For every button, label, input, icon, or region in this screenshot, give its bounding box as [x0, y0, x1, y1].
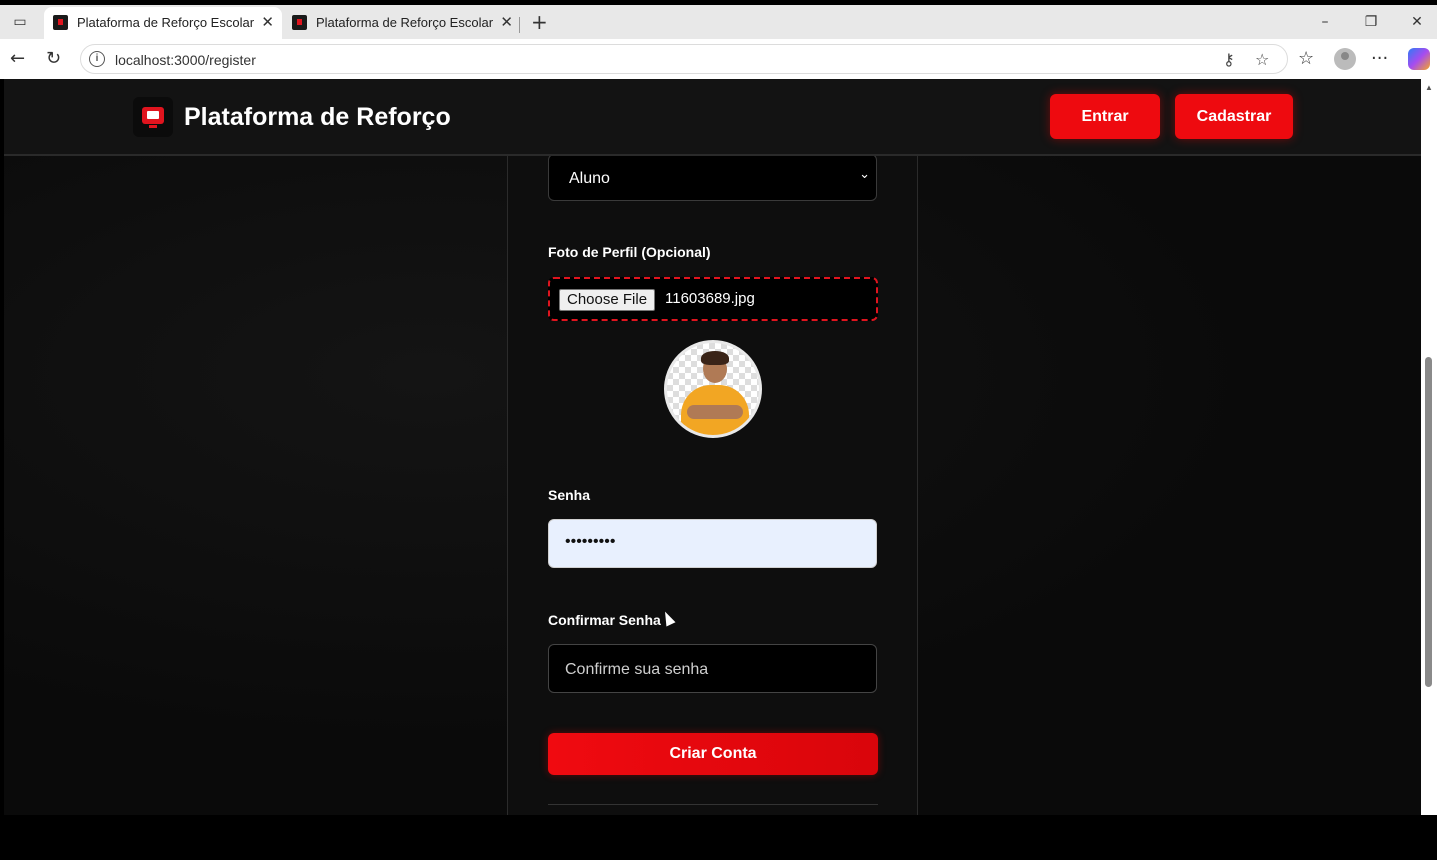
new-tab-icon[interactable]: +: [531, 10, 548, 34]
copilot-icon[interactable]: [1408, 48, 1430, 70]
url-text: localhost:3000/register: [115, 52, 256, 68]
page-scrollbar[interactable]: ▲: [1421, 79, 1437, 815]
choose-file-button[interactable]: Choose File: [559, 289, 656, 311]
tab-separator: [519, 17, 520, 33]
profile-photo-preview: [664, 340, 762, 438]
browser-tab-strip: ▭ Plataforma de Reforço Escolar ✕ Plataf…: [0, 5, 1437, 39]
site-favicon-icon: [292, 15, 307, 30]
browser-toolbar: ← ↻ i localhost:3000/register ⚷ ☆ ☆ ···: [0, 39, 1437, 79]
logo-icon[interactable]: [133, 97, 173, 137]
more-icon[interactable]: ···: [1371, 48, 1388, 69]
create-account-button[interactable]: Criar Conta: [548, 733, 878, 775]
page-viewport: Aluno ⌄ Foto de Perfil (Opcional) Choose…: [4, 79, 1421, 815]
photo-figure-arms: [687, 405, 743, 419]
confirm-password-placeholder: Confirme sua senha: [565, 661, 709, 678]
scrollbar-thumb[interactable]: [1425, 357, 1432, 687]
address-bar[interactable]: i localhost:3000/register ⚷ ☆: [80, 44, 1288, 74]
tab-title: Plataforma de Reforço Escolar: [77, 15, 255, 30]
photo-figure-hair: [701, 351, 729, 365]
minimize-icon[interactable]: –: [1316, 13, 1334, 31]
role-select-value: Aluno: [569, 170, 610, 187]
photo-label: Foto de Perfil (Opcional): [548, 244, 711, 260]
site-header: Plataforma de Reforço Entrar Cadastrar: [4, 79, 1421, 156]
selected-file-name: 11603689.jpg: [665, 290, 755, 307]
star-icon[interactable]: ☆: [1255, 50, 1269, 69]
reload-icon[interactable]: ↻: [46, 48, 61, 69]
back-arrow-icon[interactable]: ←: [10, 48, 25, 69]
chevron-down-icon: ⌄: [859, 167, 870, 182]
scroll-up-icon[interactable]: ▲: [1425, 83, 1433, 92]
screen-bottom-bar: [0, 815, 1437, 860]
brand-title[interactable]: Plataforma de Reforço: [184, 103, 451, 132]
confirm-password-input[interactable]: Confirme sua senha: [548, 644, 877, 693]
site-favicon-icon: [53, 15, 68, 30]
form-divider: [548, 804, 878, 805]
profile-icon[interactable]: [1334, 48, 1356, 70]
close-tab-icon[interactable]: ✕: [500, 13, 513, 31]
tab-actions-icon[interactable]: ▭: [11, 13, 29, 31]
monitor-icon: [142, 107, 164, 124]
confirm-password-label: Confirmar Senha: [548, 612, 661, 628]
register-button[interactable]: Cadastrar: [1175, 94, 1293, 139]
favorites-icon[interactable]: ☆: [1298, 48, 1314, 69]
browser-tab-active[interactable]: Plataforma de Reforço Escolar ✕: [44, 7, 282, 39]
close-tab-icon[interactable]: ✕: [261, 13, 274, 31]
info-icon[interactable]: i: [89, 51, 105, 67]
restore-icon[interactable]: ❐: [1362, 13, 1380, 31]
browser-tab[interactable]: Plataforma de Reforço Escolar ✕: [283, 7, 521, 39]
password-value: •••••••••: [565, 533, 616, 550]
key-icon[interactable]: ⚷: [1223, 50, 1235, 69]
password-label: Senha: [548, 487, 591, 503]
photo-file-input[interactable]: Choose File 11603689.jpg: [548, 277, 878, 321]
login-button[interactable]: Entrar: [1050, 94, 1160, 139]
password-input[interactable]: •••••••••: [548, 519, 877, 568]
close-window-icon[interactable]: ✕: [1408, 13, 1426, 31]
role-select[interactable]: Aluno ⌄: [548, 154, 877, 201]
monitor-stand: [149, 125, 157, 128]
tab-title: Plataforma de Reforço Escolar: [316, 15, 494, 30]
